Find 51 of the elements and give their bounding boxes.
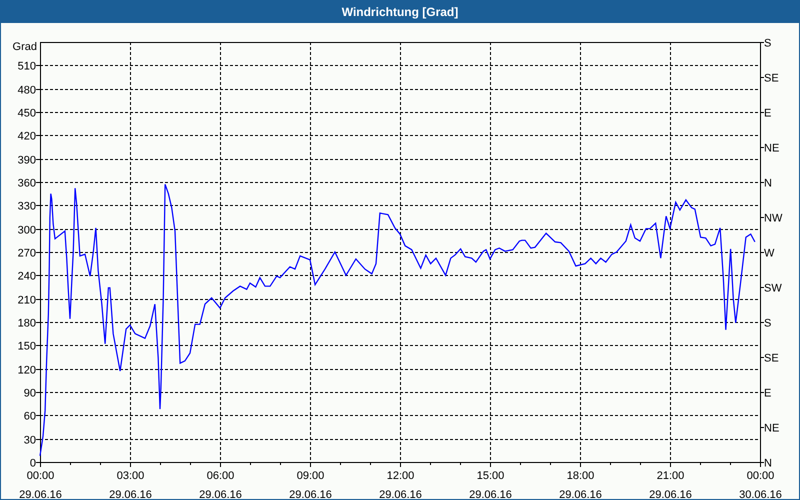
y-axis-label: 30 — [24, 434, 36, 446]
compass-axis-label: NE — [764, 142, 780, 154]
date-label: 29.06.16 — [469, 489, 512, 499]
x-axis-label: 00:00 — [746, 470, 774, 482]
date-label: 29.06.16 — [199, 489, 242, 499]
y-axis-label: 180 — [18, 318, 36, 330]
y-axis-label: 0 — [30, 458, 36, 470]
x-axis-label: 12:00 — [386, 470, 414, 482]
compass-axis-label: SE — [764, 72, 779, 84]
compass-axis-label: NE — [764, 422, 780, 434]
compass-axis-label: E — [764, 108, 772, 120]
date-label: 29.06.16 — [379, 489, 422, 499]
x-axis-label: 09:00 — [296, 470, 324, 482]
y-axis-label: 120 — [18, 364, 36, 376]
y-axis-label: 450 — [18, 108, 36, 120]
y-axis-label: 150 — [18, 340, 36, 352]
x-axis-label: 03:00 — [116, 470, 144, 482]
date-label: 29.06.16 — [109, 489, 152, 499]
x-axis-label: 00:00 — [26, 470, 54, 482]
x-axis-label: 15:00 — [476, 470, 504, 482]
x-axis-label: 21:00 — [656, 470, 684, 482]
y-axis-label: 420 — [18, 130, 36, 142]
x-axis-label: 18:00 — [566, 470, 594, 482]
y-axis-label: 480 — [18, 84, 36, 96]
x-axis-label: 06:00 — [206, 470, 234, 482]
date-label: 29.06.16 — [559, 489, 602, 499]
y-axis-label: 90 — [24, 388, 36, 400]
compass-axis-label: W — [764, 248, 774, 260]
y-axis-label: 210 — [18, 294, 36, 306]
compass-axis-label: N — [764, 458, 772, 470]
date-label: 29.06.16 — [289, 489, 332, 499]
y-axis-label: 390 — [18, 154, 36, 166]
compass-axis-label: SW — [764, 282, 782, 294]
compass-axis-label: E — [764, 388, 772, 400]
compass-axis-label: N — [764, 178, 772, 190]
window-title: Windrichtung [Grad] — [342, 4, 458, 21]
y-axis-label: 510 — [18, 60, 36, 72]
date-label: 30.06.16 — [739, 489, 782, 499]
y-axis-label: 60 — [24, 410, 36, 422]
y-axis-label: 300 — [18, 224, 36, 236]
date-label: 29.06.16 — [649, 489, 692, 499]
compass-axis-label: NW — [764, 212, 782, 224]
compass-axis-label: S — [764, 38, 772, 50]
y-axis-label: 330 — [18, 200, 36, 212]
y-axis-title: Grad — [12, 41, 37, 53]
y-axis-label: 270 — [18, 248, 36, 260]
date-label: 29.06.16 — [19, 489, 62, 499]
compass-axis-label: SE — [764, 352, 779, 364]
y-axis-label: 360 — [18, 178, 36, 190]
y-axis-label: 240 — [18, 270, 36, 282]
compass-axis-label: S — [764, 318, 772, 330]
